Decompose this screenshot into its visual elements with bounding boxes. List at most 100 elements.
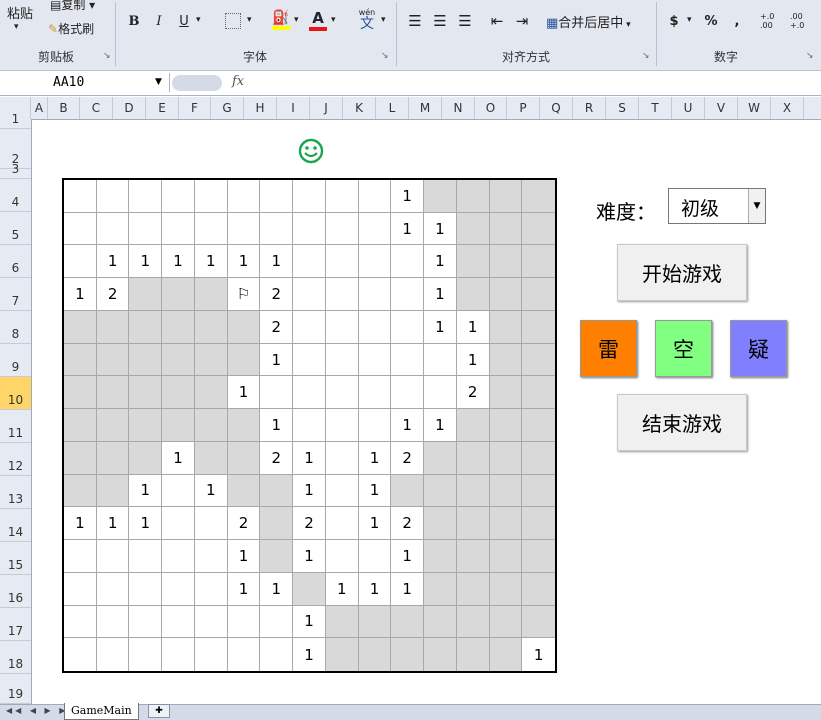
covered-cell[interactable] bbox=[522, 212, 555, 246]
empty-cell[interactable] bbox=[325, 278, 359, 311]
covered-cell[interactable] bbox=[489, 310, 523, 344]
covered-cell[interactable] bbox=[489, 180, 523, 213]
empty-cell[interactable] bbox=[293, 212, 326, 246]
covered-cell[interactable] bbox=[391, 474, 425, 508]
column-header[interactable]: S bbox=[606, 97, 639, 119]
number-cell[interactable]: 1 bbox=[293, 474, 326, 508]
empty-cell[interactable] bbox=[293, 343, 326, 377]
row-header[interactable]: 4 bbox=[0, 179, 31, 212]
covered-cell[interactable] bbox=[522, 376, 555, 410]
number-cell[interactable]: 1 bbox=[227, 376, 261, 410]
covered-cell[interactable] bbox=[129, 409, 163, 442]
number-cell[interactable]: 1 bbox=[424, 278, 457, 311]
row-header[interactable]: 13 bbox=[0, 476, 31, 509]
covered-cell[interactable] bbox=[522, 180, 555, 213]
empty-cell[interactable] bbox=[162, 180, 195, 213]
empty-cell[interactable] bbox=[424, 376, 457, 410]
covered-cell[interactable] bbox=[456, 507, 490, 541]
row-header[interactable]: 11 bbox=[0, 410, 31, 443]
empty-cell[interactable] bbox=[96, 605, 130, 639]
covered-cell[interactable] bbox=[129, 278, 163, 311]
empty-cell[interactable] bbox=[293, 245, 326, 279]
covered-cell[interactable] bbox=[489, 638, 523, 671]
number-cell[interactable]: 1 bbox=[358, 474, 392, 508]
empty-cell[interactable] bbox=[260, 638, 294, 671]
comma-button[interactable]: , bbox=[730, 10, 744, 32]
covered-cell[interactable] bbox=[96, 474, 130, 508]
empty-cell[interactable] bbox=[162, 507, 195, 541]
number-cell[interactable]: 1 bbox=[293, 638, 326, 671]
insert-sheet-button[interactable]: ✚ bbox=[148, 704, 170, 718]
smiley-face-icon[interactable] bbox=[298, 138, 324, 164]
row-header[interactable]: 3 bbox=[0, 162, 31, 179]
covered-cell[interactable] bbox=[227, 441, 261, 475]
empty-cell[interactable] bbox=[194, 638, 228, 671]
covered-cell[interactable] bbox=[424, 540, 457, 573]
covered-cell[interactable] bbox=[227, 474, 261, 508]
number-cell[interactable]: 1 bbox=[260, 409, 294, 442]
mine-mode-button[interactable]: 雷 bbox=[580, 320, 637, 377]
number-cell[interactable]: 1 bbox=[456, 343, 490, 377]
covered-cell[interactable] bbox=[522, 245, 555, 279]
empty-cell[interactable] bbox=[194, 507, 228, 541]
increase-decimal-button[interactable]: +.0 .00 bbox=[760, 10, 786, 32]
number-cell[interactable]: 1 bbox=[424, 310, 457, 344]
empty-cell[interactable] bbox=[424, 343, 457, 377]
empty-cell[interactable] bbox=[358, 245, 392, 279]
covered-cell[interactable] bbox=[522, 572, 555, 606]
covered-cell[interactable] bbox=[489, 441, 523, 475]
covered-cell[interactable] bbox=[489, 278, 523, 311]
covered-cell[interactable] bbox=[293, 572, 326, 606]
covered-cell[interactable] bbox=[489, 540, 523, 573]
row-header[interactable]: 15 bbox=[0, 542, 31, 575]
empty-cell[interactable] bbox=[391, 245, 425, 279]
row-header[interactable]: 18 bbox=[0, 641, 31, 674]
empty-cell[interactable] bbox=[227, 638, 261, 671]
empty-cell[interactable] bbox=[96, 638, 130, 671]
number-cell[interactable]: 1 bbox=[227, 540, 261, 573]
empty-cell[interactable] bbox=[358, 540, 392, 573]
empty-cell[interactable] bbox=[358, 376, 392, 410]
covered-cell[interactable] bbox=[456, 638, 490, 671]
covered-cell[interactable] bbox=[456, 180, 490, 213]
number-cell[interactable]: 1 bbox=[260, 572, 294, 606]
number-cell[interactable]: 1 bbox=[358, 507, 392, 541]
empty-cell[interactable] bbox=[325, 310, 359, 344]
align-left-button[interactable]: ☰ bbox=[405, 10, 425, 32]
paste-chevron-icon[interactable]: ▾ bbox=[14, 22, 19, 32]
covered-cell[interactable] bbox=[325, 638, 359, 671]
number-cell[interactable]: 1 bbox=[293, 540, 326, 573]
covered-cell[interactable] bbox=[96, 343, 130, 377]
covered-cell[interactable] bbox=[64, 474, 97, 508]
covered-cell[interactable] bbox=[129, 441, 163, 475]
column-header[interactable]: P bbox=[507, 97, 540, 119]
bold-button[interactable]: B bbox=[125, 10, 143, 32]
number-cell[interactable]: 2 bbox=[260, 310, 294, 344]
covered-cell[interactable] bbox=[489, 245, 523, 279]
empty-cell[interactable] bbox=[325, 474, 359, 508]
column-header[interactable]: H bbox=[244, 97, 277, 119]
row-header[interactable]: 7 bbox=[0, 278, 31, 311]
align-center-button[interactable]: ☰ bbox=[430, 10, 450, 32]
covered-cell[interactable] bbox=[227, 310, 261, 344]
number-cell[interactable]: 1 bbox=[391, 540, 425, 573]
covered-cell[interactable] bbox=[456, 441, 490, 475]
covered-cell[interactable] bbox=[391, 638, 425, 671]
empty-cell[interactable] bbox=[64, 540, 97, 573]
border-chevron-icon[interactable]: ▾ bbox=[247, 15, 252, 25]
covered-cell[interactable] bbox=[489, 343, 523, 377]
covered-cell[interactable] bbox=[64, 441, 97, 475]
number-cell[interactable]: 1 bbox=[194, 245, 228, 279]
number-cell[interactable]: 1 bbox=[129, 507, 163, 541]
covered-cell[interactable] bbox=[391, 605, 425, 639]
column-header[interactable]: J bbox=[310, 97, 343, 119]
alignment-launcher-icon[interactable]: ↘ bbox=[642, 51, 650, 61]
column-header[interactable]: D bbox=[113, 97, 146, 119]
empty-cell[interactable] bbox=[260, 376, 294, 410]
number-cell[interactable]: 1 bbox=[522, 638, 555, 671]
empty-cell[interactable] bbox=[293, 376, 326, 410]
empty-cell[interactable] bbox=[194, 212, 228, 246]
copy-button[interactable]: ▤复制 ▾ bbox=[50, 0, 95, 13]
empty-cell[interactable] bbox=[129, 540, 163, 573]
column-header[interactable]: A bbox=[31, 97, 48, 119]
